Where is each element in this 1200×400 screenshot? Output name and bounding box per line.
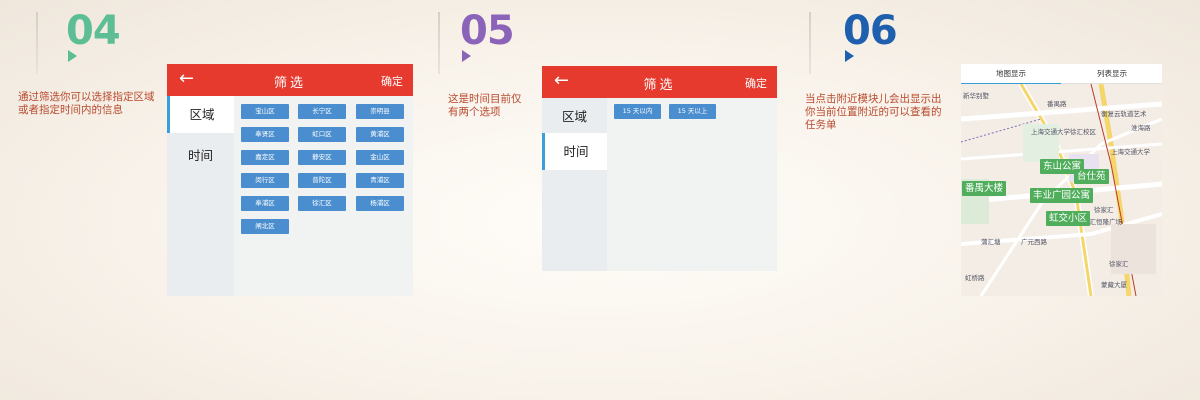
map-road-label: 徐家汇 [1109, 260, 1129, 268]
tab-time[interactable]: 时间 [167, 137, 234, 174]
map-canvas[interactable]: 新华别墅 番禺路 上海交通大学徐汇校区 衡复云轨道艺术 淮海路 上海交通大学 徐… [961, 84, 1162, 296]
step-divider [809, 12, 811, 74]
map-road-label: 新华别墅 [963, 92, 989, 100]
nearby-map-screen: 地图显示 列表显示 新华别墅 番禺路 上海交通大学徐汇校区 衡复云轨道艺术 淮海… [961, 64, 1162, 296]
map-pin[interactable]: 丰业广园公寓 [1030, 188, 1094, 203]
map-road-label: 广元西路 [1021, 238, 1047, 246]
district-chip[interactable]: 虹口区 [298, 127, 346, 142]
step-divider [36, 12, 38, 74]
tab-region[interactable]: 区域 [542, 98, 607, 135]
map-pin[interactable]: 虹交小区 [1046, 211, 1091, 226]
district-chip[interactable]: 奉贤区 [241, 127, 289, 142]
district-chip[interactable]: 金山区 [356, 150, 404, 165]
district-chip[interactable]: 杨浦区 [356, 196, 404, 211]
tab-region[interactable]: 区域 [167, 96, 234, 133]
district-chip[interactable]: 青浦区 [356, 173, 404, 188]
map-road-label: 蒙藏大厦 [1101, 281, 1127, 289]
district-chip[interactable]: 嘉定区 [241, 150, 289, 165]
step-description: 当点击附近模块儿会出显示出你当前位置附近的可以查看的任务单 [805, 93, 942, 131]
filter-screen-district: ← 筛选 确定 区域 时间 宝山区 长宁区 崇明县 奉贤区 虹口区 黄浦区 嘉定… [167, 64, 413, 296]
step-divider [438, 12, 440, 74]
map-road-label: 虹桥路 [965, 274, 985, 282]
district-chip-area: 宝山区 长宁区 崇明县 奉贤区 虹口区 黄浦区 嘉定区 静安区 金山区 闵行区 … [234, 96, 413, 296]
district-chip[interactable]: 静安区 [298, 150, 346, 165]
title-bar: ← 筛选 确定 [542, 66, 777, 98]
map-road-label: 徐家汇 [1094, 206, 1114, 214]
district-chip[interactable]: 宝山区 [241, 104, 289, 119]
map-road-label: 淮海路 [1131, 124, 1151, 132]
confirm-button[interactable]: 确定 [381, 73, 403, 89]
map-tab-bar: 地图显示 列表显示 [961, 64, 1162, 85]
filter-sidebar: 区域 时间 [542, 98, 607, 271]
map-pin[interactable]: 台仕苑 [1074, 169, 1109, 184]
title-bar: ← 筛选 确定 [167, 64, 413, 96]
step-number: 06 [843, 8, 898, 54]
map-road-label: 上海交通大学 [1111, 148, 1150, 156]
step-number: 05 [460, 8, 515, 54]
tab-list-view[interactable]: 列表显示 [1062, 64, 1162, 83]
map-road-label: 番禺路 [1047, 100, 1067, 108]
time-option-area: 15 天以内 15 天以上 [607, 98, 777, 271]
screen-title: 筛选 [643, 78, 676, 93]
filter-sidebar: 区域 时间 [167, 96, 234, 296]
district-chip[interactable]: 闵行区 [241, 173, 289, 188]
district-chip[interactable]: 徐汇区 [298, 196, 346, 211]
tab-map-view[interactable]: 地图显示 [961, 64, 1061, 85]
confirm-button[interactable]: 确定 [745, 75, 767, 91]
step-arrow-icon [845, 50, 854, 62]
screen-title: 筛选 [273, 76, 306, 91]
time-option-chip[interactable]: 15 天以上 [669, 104, 716, 119]
map-road-label: 蒲汇塘 [981, 238, 1001, 246]
district-chip[interactable]: 普陀区 [298, 173, 346, 188]
district-chip[interactable]: 黄浦区 [356, 127, 404, 142]
district-chip[interactable]: 奉浦区 [241, 196, 289, 211]
step-description: 这是时间目前仅有两个选项 [448, 93, 522, 118]
step-arrow-icon [462, 50, 471, 62]
filter-screen-time: ← 筛选 确定 区域 时间 15 天以内 15 天以上 [542, 66, 777, 271]
district-chip[interactable]: 崇明县 [356, 104, 404, 119]
step-arrow-icon [68, 50, 77, 62]
district-chip[interactable]: 闸北区 [241, 219, 289, 234]
step-description: 通过筛选你可以选择指定区域或者指定时间内的信息 [18, 91, 155, 116]
map-road-label: 上海交通大学徐汇校区 [1031, 128, 1096, 136]
time-option-chip[interactable]: 15 天以内 [614, 104, 661, 119]
map-pin[interactable]: 番禺大楼 [962, 181, 1007, 196]
tab-time[interactable]: 时间 [542, 133, 607, 170]
district-chip[interactable]: 长宁区 [298, 104, 346, 119]
step-number: 04 [66, 8, 121, 54]
map-road-label: 衡复云轨道艺术 [1101, 110, 1147, 118]
